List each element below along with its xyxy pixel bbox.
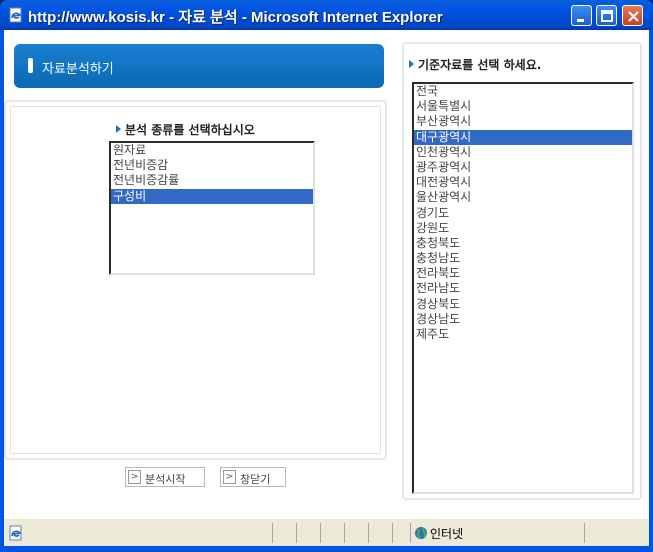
browser-window: http://www.kosis.kr - 자료 분석 - Microsoft … (0, 0, 653, 552)
header-marker-icon (28, 58, 33, 73)
window-title: http://www.kosis.kr - 자료 분석 - Microsoft … (28, 9, 443, 26)
close-window-button[interactable]: > 창닫기 (220, 467, 286, 487)
list-option[interactable]: 전국 (414, 84, 632, 99)
arrow-right-icon: > (223, 470, 236, 484)
page-content: 자료분석하기 분석 종류를 선택하십시오 원자료 전년비증감 전년비증감률 구성… (4, 30, 649, 518)
analysis-type-prompt: 분석 종류를 선택하십시오 (116, 121, 255, 138)
list-option[interactable]: 경기도 (414, 206, 632, 221)
analysis-header: 자료분석하기 (14, 44, 384, 88)
list-option[interactable]: 전년비증감률 (111, 173, 313, 188)
arrow-right-icon: > (128, 470, 141, 484)
list-option-selected[interactable]: 구성비 (111, 188, 313, 204)
list-option[interactable]: 서울특별시 (414, 99, 632, 114)
list-option[interactable]: 원자료 (111, 143, 313, 158)
start-analysis-button[interactable]: > 분석시작 (125, 467, 205, 487)
list-option[interactable]: 전라남도 (414, 281, 632, 296)
security-zone-label: 인터넷 (430, 527, 464, 541)
base-data-listbox[interactable]: 전국 서울특별시 부산광역시 대구광역시 인천광역시 광주광역시 대전광역시 울… (412, 82, 634, 494)
base-data-prompt-text: 기준자료를 선택 하세요. (418, 58, 542, 72)
minimize-button[interactable] (571, 5, 592, 26)
title-bar[interactable]: http://www.kosis.kr - 자료 분석 - Microsoft … (0, 0, 653, 30)
list-option[interactable]: 충청북도 (414, 236, 632, 251)
status-bar: 인터넷 (4, 518, 649, 546)
close-button[interactable] (622, 5, 643, 26)
maximize-button[interactable] (596, 5, 617, 26)
arrow-right-icon (409, 60, 414, 68)
list-option[interactable]: 제주도 (414, 327, 632, 342)
base-data-prompt: 기준자료를 선택 하세요. (409, 56, 541, 73)
list-option[interactable]: 경상북도 (414, 297, 632, 312)
analysis-type-prompt-text: 분석 종류를 선택하십시오 (125, 123, 255, 137)
list-option[interactable]: 부산광역시 (414, 114, 632, 129)
page-status-icon (8, 525, 24, 541)
list-option[interactable]: 강원도 (414, 221, 632, 236)
list-option[interactable]: 울산광역시 (414, 190, 632, 205)
start-analysis-label: 분석시작 (145, 473, 186, 486)
list-option[interactable]: 광주광역시 (414, 160, 632, 175)
base-data-panel: 기준자료를 선택 하세요. 전국 서울특별시 부산광역시 대구광역시 인천광역시… (402, 42, 642, 500)
list-option-selected[interactable]: 대구광역시 (414, 129, 632, 145)
analysis-type-panel-inner: 분석 종류를 선택하십시오 원자료 전년비증감 전년비증감률 구성비 (10, 106, 381, 454)
list-option[interactable]: 전년비증감 (111, 158, 313, 173)
list-option[interactable]: 경상남도 (414, 312, 632, 327)
list-option[interactable]: 전라북도 (414, 266, 632, 281)
globe-icon (414, 526, 428, 540)
analysis-type-panel: 분석 종류를 선택하십시오 원자료 전년비증감 전년비증감률 구성비 (4, 100, 387, 460)
window-bottom-border (0, 546, 653, 552)
list-option[interactable]: 충청남도 (414, 251, 632, 266)
arrow-right-icon (116, 125, 121, 133)
analysis-header-title: 자료분석하기 (42, 62, 114, 77)
close-window-label: 창닫기 (240, 473, 271, 486)
list-option[interactable]: 인천광역시 (414, 145, 632, 160)
ie-page-icon (8, 7, 24, 23)
analysis-type-listbox[interactable]: 원자료 전년비증감 전년비증감률 구성비 (109, 141, 315, 275)
list-option[interactable]: 대전광역시 (414, 175, 632, 190)
